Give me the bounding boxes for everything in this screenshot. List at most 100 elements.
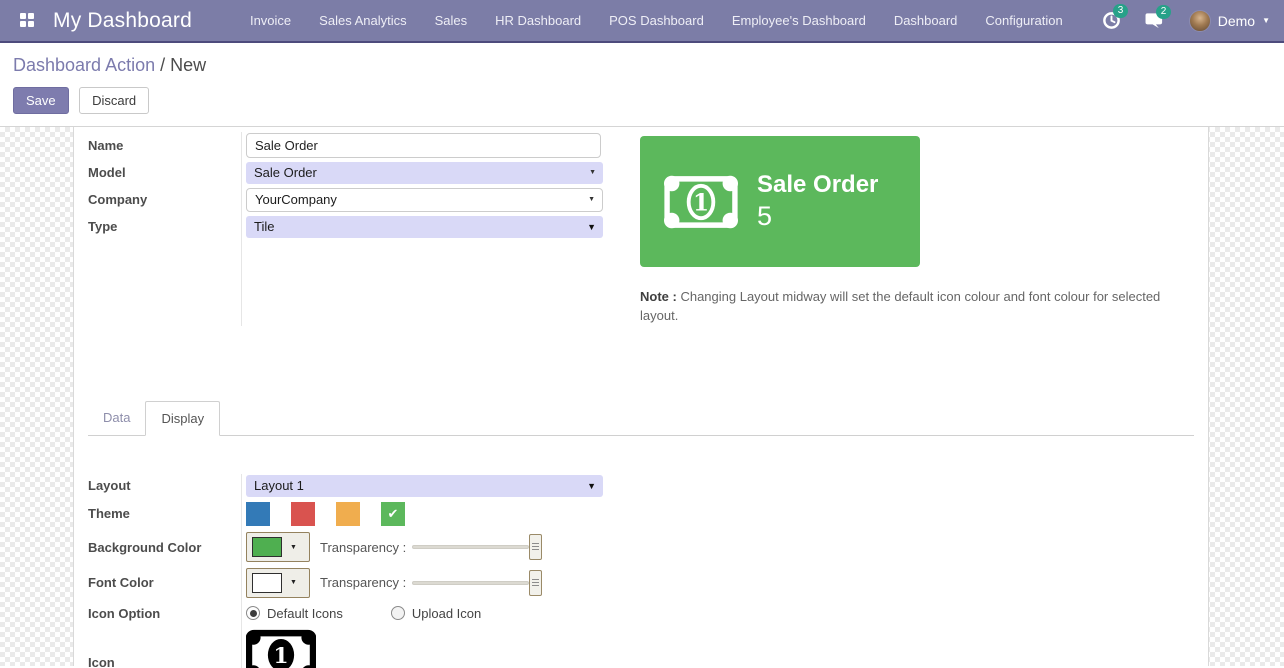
dropdown-caret-icon: ▼ [290,579,297,587]
svg-text:1: 1 [693,189,709,216]
theme-swatch-green-selected[interactable]: ✔ [381,501,405,526]
dashboard-tile-preview: 1 Sale Order 5 [640,136,920,267]
apps-menu-icon[interactable] [20,13,35,28]
nav-item-pos-dashboard[interactable]: POS Dashboard [609,13,704,28]
icon-label: Icon [88,654,115,668]
font-color-picker[interactable]: ▼ [246,567,310,598]
selected-money-icon[interactable]: 1 [246,629,316,668]
svg-text:1: 1 [273,643,288,668]
note-prefix: Note : [640,289,677,304]
radio-unselected-icon [390,606,405,621]
font-transparency-slider[interactable] [412,569,543,596]
display-fields-group: Layout Layout 1 ▼ Theme ✔ Background Col… [88,473,1194,668]
background-transparency: Transparency : [320,534,543,561]
nav-item-employees-dashboard[interactable]: Employee's Dashboard [732,13,866,28]
theme-swatches: ✔ [246,501,405,526]
type-select[interactable]: Tile ▼ [246,215,603,238]
company-select[interactable]: YourCompany ▼ [246,187,603,212]
navbar-systray: 3 2 Demo ▼ [1102,4,1270,32]
font-color-label: Font Color [88,575,154,591]
model-label: Model [88,165,126,180]
breadcrumb-parent-link[interactable]: Dashboard Action [13,55,155,75]
theme-swatch-red[interactable] [291,501,315,526]
checkmark-icon: ✔ [387,505,399,521]
font-color-swatch [252,572,282,593]
nav-item-dashboard[interactable]: Dashboard [894,13,958,28]
display-tab-content: Layout Layout 1 ▼ Theme ✔ Background Col… [74,436,1208,668]
nav-item-configuration[interactable]: Configuration [985,13,1062,28]
apps-square [20,21,26,27]
messages-icon-wrap[interactable]: 2 [1145,4,1172,30]
dropdown-caret-icon: ▼ [589,169,596,176]
layout-label: Layout [88,478,131,494]
discard-button[interactable]: Discard [79,87,150,114]
background-color-label: Background Color [88,539,202,555]
money-icon: 1 [664,175,738,228]
main-fields-group: Name Model Sale Order ▼ Company YourComp… [88,132,603,326]
company-label: Company [88,192,148,207]
activity-count-badge: 3 [1112,4,1129,18]
tile-title: Sale Order [757,170,879,198]
background-transparency-slider[interactable] [412,534,543,561]
breadcrumb-separator: / [160,55,166,75]
activity-clock-icon[interactable]: 3 [1102,4,1129,30]
slider-track [412,545,530,550]
main-menu: Invoice Sales Analytics Sales HR Dashboa… [250,13,1063,28]
icon-option-radios: Default Icons Upload Icon [246,606,481,621]
slider-thumb[interactable] [529,534,543,561]
chevron-down-icon: ▼ [1262,16,1270,25]
content-area: Name Model Sale Order ▼ Company YourComp… [0,127,1284,668]
layout-note: Note : Changing Layout midway will set t… [640,288,1170,326]
nav-item-invoice[interactable]: Invoice [250,13,291,28]
nav-item-sales-analytics[interactable]: Sales Analytics [319,13,406,28]
save-button[interactable]: Save [13,87,69,114]
nav-item-sales[interactable]: Sales [435,13,468,28]
dropdown-caret-icon: ▼ [587,221,596,232]
note-text: Changing Layout midway will set the defa… [640,289,1161,323]
font-transparency: Transparency : [320,569,543,596]
apps-square [28,21,34,27]
radio-selected-icon [246,606,260,621]
theme-label: Theme [88,506,130,522]
message-count-badge: 2 [1155,4,1172,19]
type-label: Type [88,219,118,234]
model-value: Sale Order [254,165,317,180]
radio-default-icons[interactable]: Default Icons [246,606,343,621]
apps-square [28,13,34,19]
tab-display[interactable]: Display [145,400,221,436]
layout-value: Layout 1 [254,478,304,494]
user-avatar [1188,9,1211,32]
tile-count: 5 [757,200,773,231]
form-sheet: Name Model Sale Order ▼ Company YourComp… [73,127,1209,668]
tile-text: Sale Order 5 [757,171,878,232]
background-color-swatch [252,537,282,558]
name-input[interactable] [246,133,601,158]
dropdown-caret-icon: ▼ [587,480,596,491]
theme-swatch-blue[interactable] [246,501,270,526]
app-title[interactable]: My Dashboard [53,9,192,33]
theme-swatch-orange[interactable] [336,501,360,526]
top-form-area: Name Model Sale Order ▼ Company YourComp… [74,132,1208,326]
background-color-picker[interactable]: ▼ [246,532,310,563]
icon-option-label: Icon Option [88,605,161,621]
top-navbar: My Dashboard Invoice Sales Analytics Sal… [0,0,1284,43]
control-panel: Dashboard Action / New Save Discard [0,43,1284,127]
grip-icon [532,578,540,587]
name-label: Name [88,138,124,153]
radio-upload-icon-label: Upload Icon [411,605,482,621]
tab-data[interactable]: Data [88,401,145,435]
slider-track [412,580,530,585]
model-select[interactable]: Sale Order ▼ [246,161,603,184]
user-menu[interactable]: Demo ▼ [1188,9,1270,32]
layout-select[interactable]: Layout 1 ▼ [246,474,603,497]
cp-buttons: Save Discard [13,87,1271,114]
breadcrumb-current: New [170,55,207,75]
user-name: Demo [1217,12,1256,29]
slider-thumb[interactable] [529,569,543,596]
transparency-label: Transparency : [320,575,407,591]
transparency-label: Transparency : [320,539,407,555]
dropdown-caret-icon: ▼ [588,196,595,203]
company-value: YourCompany [255,192,337,207]
radio-upload-icon[interactable]: Upload Icon [390,605,482,621]
nav-item-hr-dashboard[interactable]: HR Dashboard [495,13,581,28]
